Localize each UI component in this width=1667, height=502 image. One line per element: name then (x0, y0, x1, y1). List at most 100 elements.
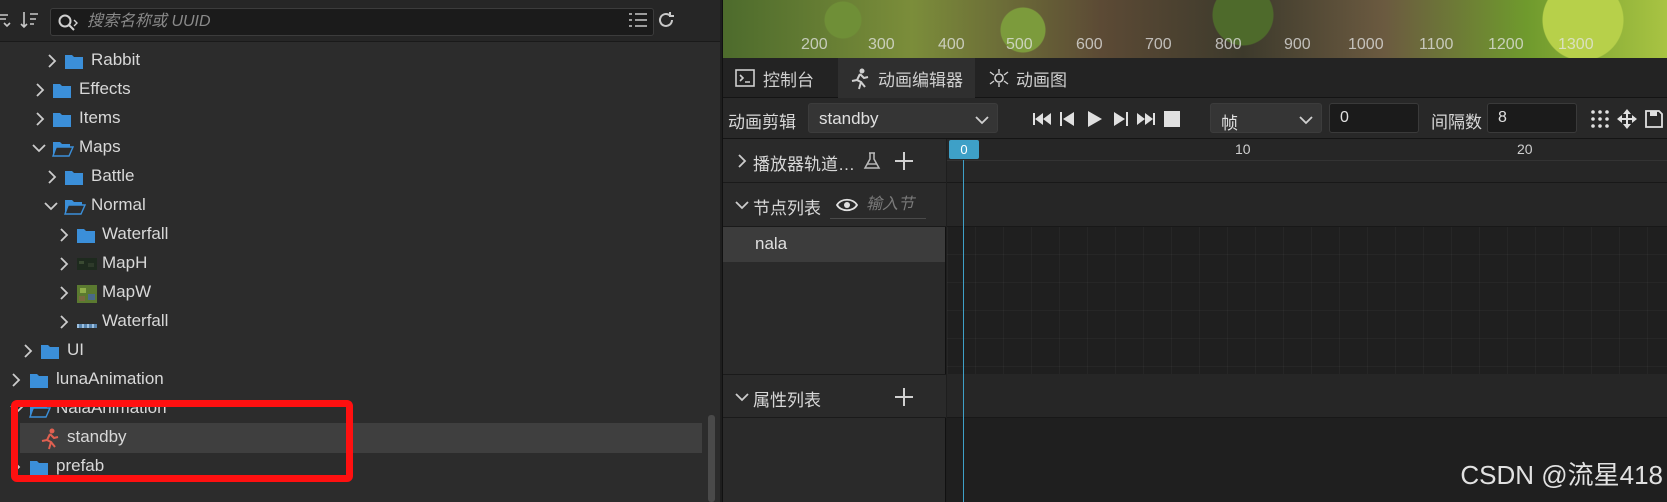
ruler-label: 1000 (1348, 36, 1384, 53)
asset-search[interactable] (50, 8, 654, 36)
timeline-node-band (947, 183, 1667, 227)
chevron-right-icon[interactable] (735, 153, 749, 168)
playhead-marker[interactable]: 0 (949, 140, 979, 159)
stop-icon[interactable] (1161, 108, 1183, 130)
folder-icon (40, 342, 60, 360)
watermark: CSDN @流星418 (1460, 460, 1663, 490)
tree-item-maph[interactable]: MapH (0, 249, 705, 279)
player-tracks-section[interactable]: 播放器轨道… (723, 139, 946, 183)
chevron-right-icon[interactable] (21, 343, 35, 359)
tree-item-waterfall-folder[interactable]: Waterfall (0, 220, 705, 250)
node-filter[interactable] (830, 191, 926, 219)
search-input[interactable] (87, 11, 647, 33)
timeline[interactable]: 0 10 20 (947, 139, 1667, 502)
tree-item-label: Maps (79, 137, 121, 156)
image-thumbnail-icon (76, 284, 97, 303)
save-icon[interactable] (1643, 108, 1665, 130)
tree-item-rabbit[interactable]: Rabbit (0, 46, 705, 76)
add-property-button[interactable] (893, 386, 915, 408)
chevron-down-icon[interactable] (735, 197, 749, 211)
jump-to-end-icon[interactable] (1135, 108, 1157, 130)
chevron-right-icon[interactable] (33, 111, 47, 127)
tree-item-items[interactable]: Items (0, 104, 705, 134)
animation-editor-panel: 200 300 400 500 600 700 800 900 1000 110… (722, 0, 1667, 502)
tab-label: 控制台 (763, 70, 814, 90)
chevron-down-icon[interactable] (735, 389, 749, 403)
chevron-right-icon[interactable] (33, 82, 47, 98)
refresh-icon[interactable] (654, 9, 678, 33)
current-frame-input[interactable]: 0 (1329, 103, 1419, 133)
tab-label: 动画编辑器 (878, 70, 963, 90)
tree-item-mapw[interactable]: MapW (0, 278, 705, 308)
clip-select[interactable]: standby (808, 103, 998, 133)
flask-icon[interactable] (861, 150, 883, 172)
tree-item-luna-animation[interactable]: lunaAnimation (0, 365, 705, 395)
chevron-right-icon[interactable] (9, 372, 23, 388)
timeline-tick: 10 (1235, 141, 1251, 157)
ruler-label: 300 (868, 36, 895, 53)
property-list-section[interactable]: 属性列表 (723, 374, 946, 418)
clip-select-value: standby (819, 109, 879, 128)
ruler-label: 1300 (1558, 36, 1594, 53)
folder-icon (52, 81, 72, 99)
tree-item-effects[interactable]: Effects (0, 75, 705, 105)
interval-label: 间隔数 (1431, 113, 1482, 132)
node-item-label: nala (755, 234, 788, 253)
animation-toolbar: 动画剪辑 standby 帧 0 间隔数 8 (723, 98, 1667, 139)
scrollbar[interactable] (708, 415, 715, 502)
chevron-right-icon[interactable] (57, 256, 71, 272)
tree-item-normal[interactable]: Normal (0, 191, 705, 221)
filter-list-icon[interactable] (626, 9, 650, 33)
scene-preview: 200 300 400 500 600 700 800 900 1000 110… (723, 0, 1667, 58)
folder-icon (52, 110, 72, 128)
add-track-button[interactable] (893, 150, 915, 172)
chevron-right-icon[interactable] (57, 285, 71, 301)
node-list-title: 节点列表 (753, 199, 821, 218)
interval-input[interactable]: 8 (1487, 103, 1577, 133)
tree-item-maps[interactable]: Maps (0, 133, 705, 163)
tree-item-label: MapW (102, 282, 152, 301)
tree-item-battle[interactable]: Battle (0, 162, 705, 192)
ruler-label: 1100 (1419, 36, 1454, 53)
eye-icon[interactable] (835, 197, 859, 218)
chevron-down-icon (1299, 112, 1313, 126)
tab-console[interactable]: 控制台 (723, 58, 826, 98)
playhead-line[interactable] (963, 160, 964, 502)
time-unit-select[interactable]: 帧 (1210, 103, 1322, 133)
chevron-right-icon[interactable] (57, 314, 71, 330)
previous-frame-icon[interactable] (1057, 108, 1079, 130)
animation-tracks-sidebar: 播放器轨道… 节点列表 nala 属性列表 (723, 139, 946, 502)
ruler-label: 400 (938, 36, 965, 53)
running-figure-icon (850, 68, 870, 90)
move-arrows-icon[interactable] (1616, 108, 1638, 130)
chevron-right-icon[interactable] (45, 169, 59, 185)
chevron-down-icon[interactable] (43, 198, 58, 214)
tree-item-label: Normal (91, 195, 146, 214)
collapse-all-icon[interactable] (0, 9, 20, 33)
chevron-right-icon[interactable] (57, 227, 71, 243)
node-filter-input[interactable] (866, 194, 922, 216)
search-icon (57, 13, 79, 33)
timeline-property-band (947, 374, 1667, 418)
tree-item-ui[interactable]: UI (0, 336, 705, 366)
ruler-label: 900 (1284, 36, 1311, 53)
tree-item-waterfall-image[interactable]: Waterfall (0, 307, 705, 337)
tree-item-label: UI (67, 340, 84, 359)
player-tracks-title: 播放器轨道… (753, 155, 855, 174)
node-list-section[interactable]: 节点列表 (723, 183, 946, 227)
play-icon[interactable] (1083, 108, 1105, 130)
tab-animation-editor[interactable]: 动画编辑器 (838, 58, 975, 98)
chevron-right-icon[interactable] (45, 53, 59, 69)
jump-to-start-icon[interactable] (1031, 108, 1053, 130)
tab-animation-graph[interactable]: 动画图 (976, 58, 1079, 98)
grid-dots-icon[interactable] (1589, 108, 1611, 130)
sort-icon[interactable] (18, 9, 42, 33)
tree-item-label: Battle (91, 166, 135, 185)
folder-open-icon (64, 197, 87, 215)
folder-icon (64, 52, 84, 70)
chevron-down-icon[interactable] (31, 140, 46, 156)
next-frame-icon[interactable] (1109, 108, 1131, 130)
timeline-ruler[interactable]: 0 10 20 (947, 139, 1667, 161)
clip-label: 动画剪辑 (728, 113, 796, 132)
node-item-nala[interactable]: nala (723, 227, 945, 262)
